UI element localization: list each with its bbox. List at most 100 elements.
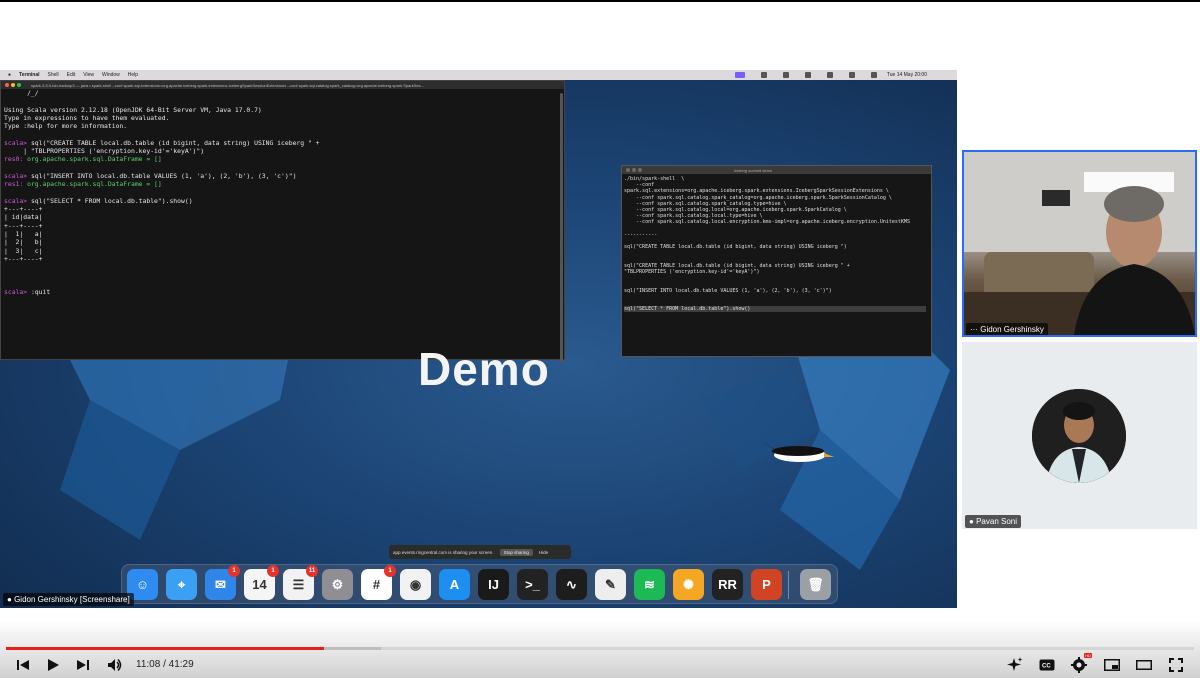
dock-app-glyph: ⚙ [331,576,344,592]
terminal-line-text: | 3| c| [4,246,43,255]
result-label: res0: [4,155,24,164]
notes-line: sql("SELECT * FROM local.db.table").show… [624,306,926,313]
participant-name-label: ● Pavan Soni [965,515,1021,528]
status-icon[interactable] [760,72,767,78]
dock-app-rr-preview[interactable]: RR [712,569,743,600]
minimize-window-button[interactable] [632,168,636,172]
status-icon[interactable] [804,72,811,78]
top-border [0,0,1200,2]
terminal-output[interactable]: /_/ Using Scala version 2.12.18 (OpenJDK… [1,89,564,296]
dock-app-sunsama[interactable]: ✺ [673,569,704,600]
fullscreen-icon [1169,658,1183,672]
menubar-status-area: Tue 14 May 20:00 [727,72,927,78]
hide-button[interactable]: Hide [539,550,548,555]
terminal-line: scala> sql("CREATE TABLE local.db.table … [4,139,561,147]
terminal-scrollbar[interactable] [560,93,563,363]
terminal-line [4,164,561,172]
menubar-item-view[interactable]: View [83,72,94,78]
apple-menu-icon[interactable]: ● [8,72,11,78]
terminal-line-text [4,189,8,197]
dock-app-glyph: P [762,577,771,592]
notes-line: spark.sql.extensions=org.apache.iceberg.… [624,188,889,195]
progress-bar[interactable] [6,647,1194,650]
search-icon[interactable] [848,72,855,78]
participant-video [964,152,1195,335]
close-window-button[interactable] [5,83,9,87]
menubar-item-shell[interactable]: Shell [48,72,59,78]
terminal-line: /_/ [4,89,561,97]
zoom-window-button[interactable] [17,83,21,87]
duration: 41:29 [168,659,194,670]
menubar-item-help[interactable]: Help [128,72,138,78]
previous-button[interactable] [14,656,32,674]
dock-app-textedit[interactable]: ✎ [595,569,626,600]
captions-button[interactable]: CC [1038,656,1056,674]
terminal-line-text: +---+----+ [4,205,43,214]
dock-app-slack[interactable]: #1 [361,565,396,600]
zoom-window-button[interactable] [638,168,642,172]
terminal-line: | id|data| [4,213,561,221]
dock-app-powerpoint[interactable]: P [751,569,782,600]
dock-app-system-settings[interactable]: ⚙ [322,569,353,600]
miniplayer-icon [1104,659,1120,671]
dock-app-mail[interactable]: ✉ 1 [205,565,240,600]
volume-button[interactable] [106,656,124,674]
terminal-line: scala> sql("SELECT * FROM local.db.table… [4,197,561,205]
menubar-item-edit[interactable]: Edit [67,72,76,78]
theater-mode-button[interactable] [1135,656,1153,674]
terminal-line [4,280,561,288]
settings-button[interactable]: HD [1070,653,1092,674]
close-window-button[interactable] [626,168,630,172]
fullscreen-button[interactable] [1167,656,1185,674]
menubar-item-terminal[interactable]: Terminal [19,72,39,78]
terminal-line: res0: org.apache.spark.sql.DataFrame = [… [4,155,561,163]
share-message: app.events.ringcentral.com is sharing yo… [393,549,494,555]
dock-app-activity-monitor[interactable]: ∿ [556,569,587,600]
terminal-window-main[interactable]: spark-3.5.0-bin-hadoop3 — java • spark-s… [0,80,565,363]
dock-app-calendar[interactable]: 14 1 [244,565,279,600]
dock-app-glyph: ✺ [683,576,694,592]
terminal-line-text: | 2| b| [4,238,43,247]
terminal-line: | "TBLPROPERTIES ('encryption.key-id'='k… [4,147,561,155]
terminal-line: +---+----+ [4,222,561,230]
dock-app-terminal[interactable]: >_ [517,569,548,600]
terminal-line-text: | id|data| [4,213,43,222]
menubar-item-window[interactable]: Window [102,72,120,78]
terminal-prompt: scala> [4,288,28,297]
wifi-icon[interactable] [826,72,833,78]
dock-app-safari[interactable]: ⌖ [166,569,197,600]
dock-app-trash[interactable]: 🗑 [800,569,831,600]
minimize-window-button[interactable] [11,83,15,87]
control-center-icon[interactable] [870,72,877,78]
stop-sharing-button[interactable]: Stop sharing [499,548,533,556]
terminal-line: Using Scala version 2.12.18 (OpenJDK 64-… [4,106,561,114]
terminal-line [4,189,561,197]
terminal-line-text: Using Scala version 2.12.18 (OpenJDK 64-… [4,105,262,114]
terminal-line: Type in expressions to have them evaluat… [4,114,561,122]
dock-app-intellij-idea[interactable]: IJ [478,569,509,600]
dock-app-glyph: ◉ [409,576,422,592]
status-icon[interactable] [734,72,745,78]
progress-played [6,647,325,650]
play-icon [48,659,59,671]
terminal-titlebar[interactable]: spark-3.5.0-bin-hadoop3 — java • spark-s… [1,81,564,89]
terminal-window-notes[interactable]: iceberg summit demo ./bin/spark-shell \ … [621,165,932,357]
menubar-clock[interactable]: Tue 14 May 20:00 [887,72,927,78]
dock-app-reminders[interactable]: ☰ 11 [283,565,318,600]
play-button[interactable] [44,656,62,674]
notes-titlebar[interactable]: iceberg summit demo [622,166,931,174]
ai-summary-button[interactable] [1006,656,1024,674]
terminal-line-text [4,164,8,172]
notes-text[interactable]: ./bin/spark-shell \ --conf spark.sql.exte… [622,174,931,314]
miniplayer-button[interactable] [1103,656,1121,674]
next-button[interactable] [74,656,92,674]
dock-app-chrome[interactable]: ◉ [400,569,431,600]
terminal-line-text [4,280,8,288]
more-options-icon[interactable]: ··· [970,325,978,334]
participant-tile-gidon[interactable]: ··· Gidon Gershinsky [962,150,1197,337]
status-icon[interactable] [782,72,789,78]
result-label: res1: [4,180,24,189]
dock-app-glyph: >_ [525,577,540,592]
dock-app-app-store[interactable]: A [439,569,470,600]
dock-app-spotify[interactable]: ≋ [634,569,665,600]
